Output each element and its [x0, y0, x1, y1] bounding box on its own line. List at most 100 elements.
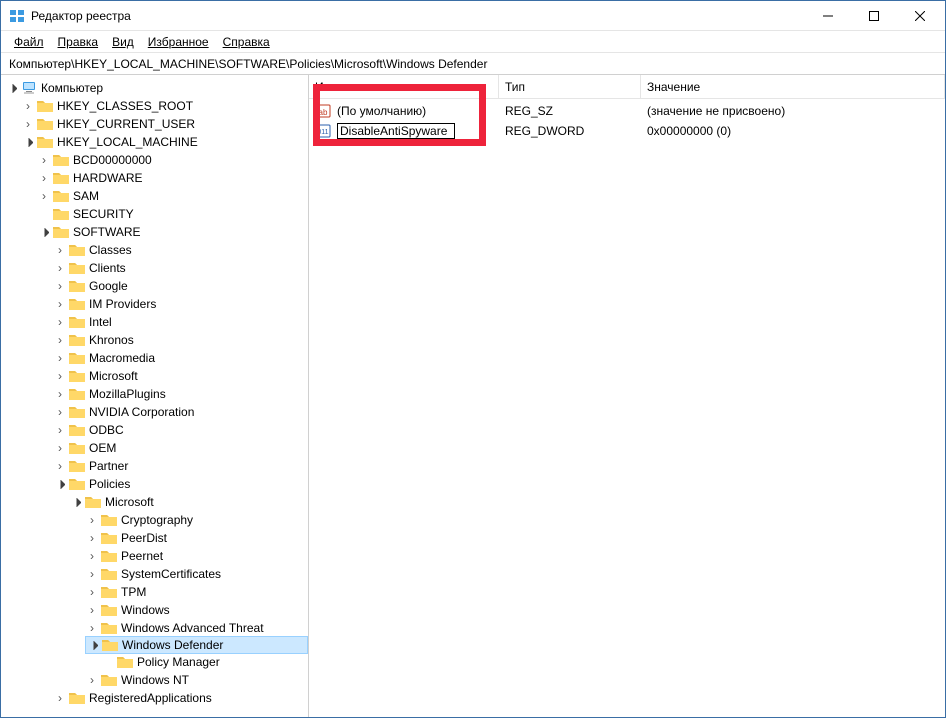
tree-winnt[interactable]: ›Windows NT [85, 671, 308, 689]
maximize-button[interactable] [851, 1, 897, 30]
folder-icon [102, 638, 118, 652]
chevron-right-icon[interactable]: › [53, 333, 67, 347]
tree-wat[interactable]: ›Windows Advanced Threat [85, 619, 308, 637]
chevron-right-icon[interactable]: › [37, 153, 51, 167]
tree-oem[interactable]: ›OEM [53, 439, 308, 457]
tree-syscert[interactable]: ›SystemCertificates [85, 565, 308, 583]
tree-peernet[interactable]: ›Peernet [85, 547, 308, 565]
tree-improviders[interactable]: ›IM Providers [53, 295, 308, 313]
tree-microsoft[interactable]: ›Microsoft [53, 367, 308, 385]
tree-clients[interactable]: ›Clients [53, 259, 308, 277]
chevron-right-icon[interactable]: › [85, 585, 99, 599]
menu-help[interactable]: Справка [216, 33, 277, 51]
chevron-right-icon[interactable]: › [85, 673, 99, 687]
tree-hkcr[interactable]: ›HKEY_CLASSES_ROOT [21, 97, 308, 115]
value-data: (значение не присвоено) [647, 104, 785, 118]
chevron-right-icon[interactable]: › [53, 243, 67, 257]
folder-icon [69, 243, 85, 257]
close-button[interactable] [897, 1, 943, 30]
tree-macromedia[interactable]: ›Macromedia [53, 349, 308, 367]
tree-windows[interactable]: ›Windows [85, 601, 308, 619]
menu-file[interactable]: Файл [7, 33, 51, 51]
chevron-down-icon[interactable] [21, 135, 35, 149]
chevron-right-icon[interactable]: › [85, 549, 99, 563]
chevron-right-icon[interactable]: › [53, 423, 67, 437]
tree-sam[interactable]: ›SAM [37, 187, 308, 205]
tree-security[interactable]: ›SECURITY [37, 205, 308, 223]
chevron-right-icon[interactable]: › [53, 387, 67, 401]
chevron-right-icon[interactable]: › [53, 351, 67, 365]
chevron-right-icon[interactable]: › [85, 567, 99, 581]
tree-hkcu[interactable]: ›HKEY_CURRENT_USER [21, 115, 308, 133]
computer-icon [21, 81, 37, 95]
chevron-right-icon[interactable]: › [85, 513, 99, 527]
chevron-right-icon[interactable]: › [53, 405, 67, 419]
chevron-right-icon[interactable]: › [85, 621, 99, 635]
tree-tpm[interactable]: ›TPM [85, 583, 308, 601]
column-header-name[interactable]: Имя [309, 75, 499, 98]
tree-partner[interactable]: ›Partner [53, 457, 308, 475]
folder-icon [101, 603, 117, 617]
chevron-down-icon[interactable] [53, 477, 67, 491]
list-row-default[interactable]: ab (По умолчанию) REG_SZ (значение не пр… [309, 101, 945, 121]
tree-label: Компьютер [41, 81, 103, 95]
tree-hardware[interactable]: ›HARDWARE [37, 169, 308, 187]
chevron-right-icon[interactable]: › [53, 459, 67, 473]
list-body[interactable]: ab (По умолчанию) REG_SZ (значение не пр… [309, 99, 945, 717]
window-controls [805, 1, 943, 30]
chevron-right-icon[interactable]: › [53, 441, 67, 455]
tree-classes[interactable]: ›Classes [53, 241, 308, 259]
chevron-right-icon[interactable]: › [37, 171, 51, 185]
chevron-down-icon[interactable] [5, 81, 19, 95]
tree-khronos[interactable]: ›Khronos [53, 331, 308, 349]
tree-nvidia[interactable]: ›NVIDIA Corporation [53, 403, 308, 421]
chevron-right-icon[interactable]: › [85, 531, 99, 545]
tree-mozilla[interactable]: ›MozillaPlugins [53, 385, 308, 403]
value-name-edit-input[interactable] [337, 123, 455, 139]
chevron-right-icon[interactable]: › [53, 315, 67, 329]
column-header-type[interactable]: Тип [499, 75, 641, 98]
menu-favorites[interactable]: Избранное [141, 33, 216, 51]
list-row-disableantispyware[interactable]: 011 REG_DWORD 0x00000000 (0) [309, 121, 945, 141]
tree-software[interactable]: SOFTWARE [37, 223, 308, 241]
chevron-down-icon[interactable] [86, 638, 100, 652]
tree-root-computer[interactable]: Компьютер [5, 79, 308, 97]
chevron-right-icon[interactable]: › [37, 189, 51, 203]
chevron-right-icon[interactable]: › [53, 297, 67, 311]
tree-google[interactable]: ›Google [53, 277, 308, 295]
chevron-down-icon[interactable] [69, 495, 83, 509]
chevron-right-icon[interactable]: › [53, 279, 67, 293]
tree-cryptography[interactable]: ›Cryptography [85, 511, 308, 529]
window-title: Редактор реестра [31, 9, 805, 23]
address-bar[interactable]: Компьютер\HKEY_LOCAL_MACHINE\SOFTWARE\Po… [1, 53, 945, 75]
column-header-value[interactable]: Значение [641, 75, 945, 98]
tree-bcd[interactable]: ›BCD00000000 [37, 151, 308, 169]
tree-policies[interactable]: Policies [53, 475, 308, 493]
chevron-right-icon[interactable]: › [53, 691, 67, 705]
menu-edit[interactable]: Правка [51, 33, 106, 51]
tree-windows-defender[interactable]: Windows Defender [85, 636, 308, 654]
folder-icon [69, 441, 85, 455]
chevron-right-icon[interactable]: › [21, 99, 35, 113]
chevron-right-icon[interactable]: › [53, 369, 67, 383]
tree-policies-microsoft[interactable]: Microsoft [69, 493, 308, 511]
tree-intel[interactable]: ›Intel [53, 313, 308, 331]
chevron-right-icon[interactable]: › [21, 117, 35, 131]
folder-icon [69, 459, 85, 473]
tree-regapps[interactable]: ›RegisteredApplications [53, 689, 308, 707]
tree-odbc[interactable]: ›ODBC [53, 421, 308, 439]
chevron-down-icon[interactable] [37, 225, 51, 239]
menu-view[interactable]: Вид [105, 33, 141, 51]
chevron-right-icon[interactable]: › [85, 603, 99, 617]
tree-peerdist[interactable]: ›PeerDist [85, 529, 308, 547]
tree-panel[interactable]: Компьютер ›HKEY_CLASSES_ROOT ›HKEY_CURRE… [1, 75, 309, 717]
value-type: REG_SZ [505, 104, 553, 118]
folder-icon [69, 279, 85, 293]
minimize-button[interactable] [805, 1, 851, 30]
value-type: REG_DWORD [505, 124, 584, 138]
title-bar: Редактор реестра [1, 1, 945, 31]
chevron-right-icon[interactable]: › [53, 261, 67, 275]
folder-icon [53, 207, 69, 221]
tree-policy-manager[interactable]: ·Policy Manager [101, 653, 308, 671]
tree-hklm[interactable]: HKEY_LOCAL_MACHINE [21, 133, 308, 151]
